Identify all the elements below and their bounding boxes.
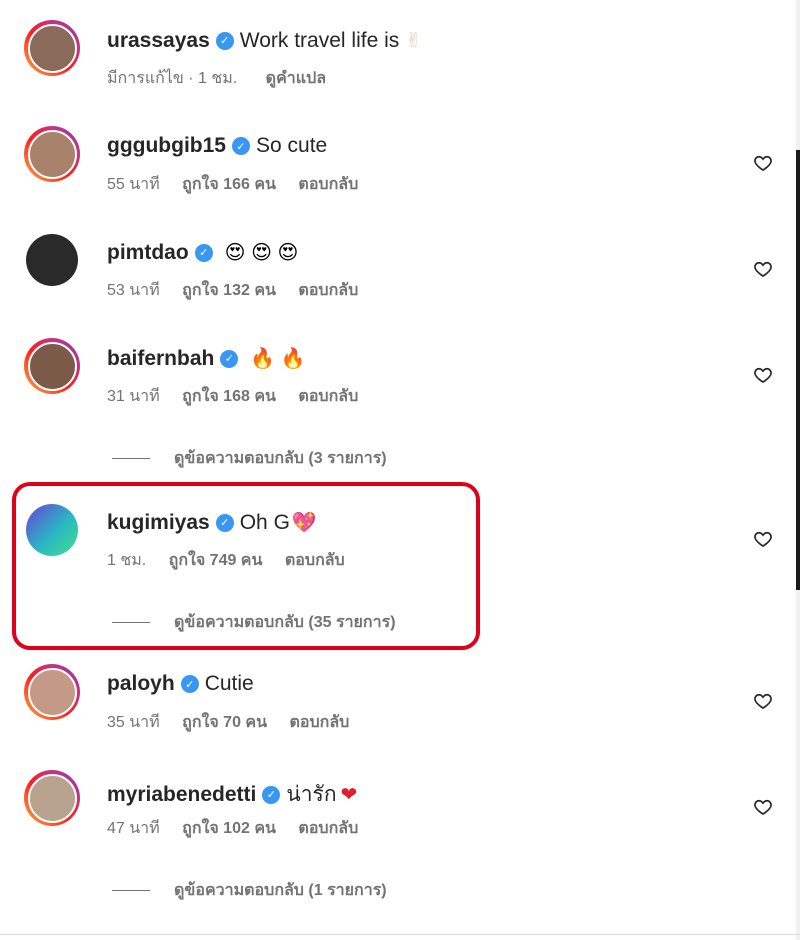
username[interactable]: paloyh — [107, 672, 175, 696]
verified-badge-icon: ✓ — [180, 675, 199, 693]
comment-emoji: 🔥 🔥 — [250, 348, 306, 370]
highlight-box — [12, 482, 480, 650]
verified-badge-icon: ✓ — [262, 785, 281, 804]
avatar[interactable] — [24, 20, 80, 76]
username[interactable]: urassayas — [107, 29, 210, 53]
heart-outline-icon[interactable] — [752, 258, 774, 280]
avatar[interactable] — [24, 126, 80, 182]
divider — [112, 890, 150, 891]
verified-badge-icon: ✓ — [232, 137, 250, 155]
username[interactable]: baifernbah — [107, 347, 214, 371]
username[interactable]: gggubgib15 — [107, 134, 226, 158]
reply-button[interactable]: ตอบกลับ — [298, 388, 358, 405]
reply-button[interactable]: ตอบกลับ — [298, 820, 358, 837]
comment-emoji: ❤ — [340, 784, 358, 806]
avatar[interactable] — [24, 232, 80, 288]
avatar-image — [27, 667, 77, 717]
reply-button[interactable]: ตอบกลับ — [298, 282, 358, 299]
like-count[interactable]: ถูกใจ 132 คน — [182, 282, 276, 299]
comment-time: 35 นาที — [107, 714, 160, 731]
view-replies-label[interactable]: ดูข้อความตอบกลับ (1 รายการ) — [174, 878, 387, 903]
view-replies-button[interactable]: ดูข้อความตอบกลับ (3 รายการ) — [112, 446, 387, 471]
comment-time: 53 นาที — [107, 282, 160, 299]
verified-badge-icon: ✓ — [215, 31, 234, 50]
like-count[interactable]: ถูกใจ 166 คน — [182, 176, 276, 193]
like-count[interactable]: ถูกใจ 168 คน — [182, 388, 276, 405]
divider — [112, 458, 150, 459]
comment-time: มีการแก้ไข · 1 ชม. — [107, 70, 238, 87]
view-replies-label[interactable]: ดูข้อความตอบกลับ (3 รายการ) — [174, 446, 387, 471]
username[interactable]: pimtdao — [107, 241, 189, 265]
verified-badge-icon: ✓ — [194, 243, 213, 262]
comment-time: 47 นาที — [107, 820, 160, 837]
comment-text: Cutie — [204, 672, 254, 695]
reply-button[interactable]: ตอบกลับ — [290, 714, 350, 731]
comment-text: So cute — [256, 134, 328, 157]
divider — [0, 934, 800, 935]
heart-outline-icon[interactable] — [752, 690, 774, 712]
scrollbar-thumb[interactable] — [796, 150, 800, 590]
avatar-image — [27, 23, 77, 73]
heart-outline-icon[interactable] — [752, 152, 774, 174]
comment-emoji: ✌ — [405, 30, 423, 52]
avatar[interactable] — [24, 664, 80, 720]
heart-outline-icon[interactable] — [752, 796, 774, 818]
avatar-image — [27, 773, 77, 823]
avatar-image — [26, 234, 78, 286]
comment-time: 31 นาที — [107, 388, 160, 405]
avatar[interactable] — [24, 338, 80, 394]
see-translation-link[interactable]: ดูคำแปล — [266, 70, 326, 87]
heart-outline-icon[interactable] — [752, 364, 774, 386]
verified-badge-icon: ✓ — [220, 349, 239, 368]
like-count[interactable]: ถูกใจ 70 คน — [182, 714, 267, 731]
comment-text: น่ารัก — [286, 783, 337, 806]
avatar-image — [27, 341, 77, 391]
heart-outline-icon[interactable] — [752, 528, 774, 550]
comment-emoji: 😍 😍 😍 — [224, 242, 299, 264]
avatar-image — [27, 129, 77, 179]
like-count[interactable]: ถูกใจ 102 คน — [182, 820, 276, 837]
comment-time: 55 นาที — [107, 176, 160, 193]
comment-text: Work travel life is — [239, 28, 400, 52]
avatar[interactable] — [24, 770, 80, 826]
reply-button[interactable]: ตอบกลับ — [298, 176, 358, 193]
view-replies-button[interactable]: ดูข้อความตอบกลับ (1 รายการ) — [112, 878, 387, 903]
username[interactable]: myriabenedetti — [107, 783, 256, 807]
